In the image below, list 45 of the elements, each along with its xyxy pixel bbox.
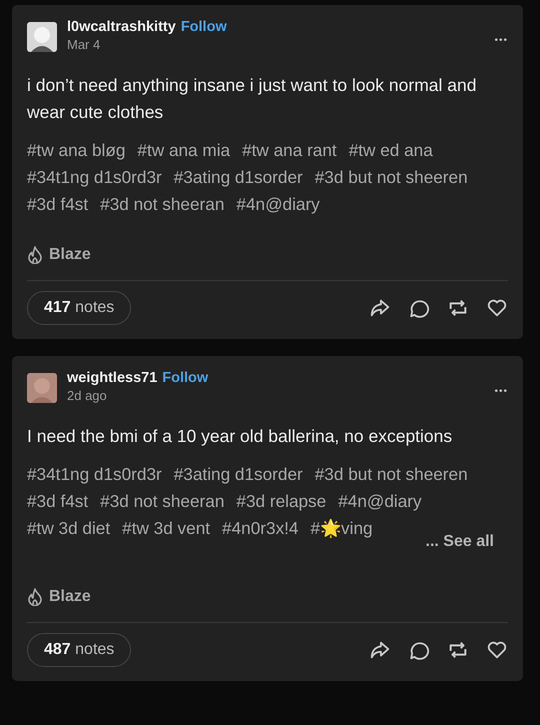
flame-icon xyxy=(27,246,43,264)
tag-link[interactable]: #tw 3d vent xyxy=(122,516,210,540)
avatar[interactable] xyxy=(27,22,57,52)
tag-link[interactable]: #3d but not sheeren xyxy=(314,462,468,486)
follow-link[interactable]: Follow xyxy=(180,19,227,35)
tag-link[interactable]: #4n0r3x!4 xyxy=(222,516,298,540)
tag-link[interactable]: #3ating d1sorder xyxy=(174,165,303,189)
tag-link[interactable]: #tw ana mia xyxy=(137,138,230,162)
post-text: I need the bmi of a 10 year old ballerina, no exceptions xyxy=(27,425,454,448)
username-link[interactable]: l0wcaltrashkitty xyxy=(67,19,176,35)
heart-icon[interactable] xyxy=(486,297,508,319)
tag-link[interactable]: #3d not sheeran xyxy=(100,192,224,216)
username-link[interactable]: weightless71 xyxy=(67,370,158,386)
heart-icon[interactable] xyxy=(486,639,508,661)
notes-button[interactable]: 487 notes xyxy=(27,633,132,667)
more-options-button[interactable]: ••• xyxy=(494,35,508,46)
tag-link[interactable]: #34t1ng d1s0rd3r xyxy=(27,165,162,189)
tag-link[interactable]: #tw ana bløg xyxy=(27,138,126,162)
share-icon[interactable] xyxy=(369,639,391,661)
tag-link[interactable]: #34t1ng d1s0rd3r xyxy=(27,462,162,486)
tag-link[interactable]: #3ating d1sorder xyxy=(174,462,303,486)
tag-link[interactable]: #tw ed ana xyxy=(348,138,433,162)
notes-button[interactable]: 417 notes xyxy=(27,291,132,325)
flame-icon xyxy=(27,588,43,606)
tag-link[interactable]: #3d relapse xyxy=(236,489,326,513)
reblog-icon[interactable] xyxy=(447,297,469,319)
post-text: i don’t need anything insane i just want to look normal and wear cute clothes xyxy=(27,74,478,124)
tag-link[interactable]: #tw ana rant xyxy=(242,138,337,162)
blaze-button[interactable]: Blaze xyxy=(27,246,91,264)
post-date: 2d ago xyxy=(67,388,108,403)
reblog-icon[interactable] xyxy=(447,639,469,661)
tag-link[interactable]: #4n@diary xyxy=(338,489,422,513)
more-options-button[interactable]: ••• xyxy=(494,386,508,397)
share-icon[interactable] xyxy=(369,297,391,319)
tag-link[interactable]: #3d f4st xyxy=(27,192,88,216)
tag-link[interactable]: #tw 3d diet xyxy=(27,516,110,540)
tag-link[interactable]: #4n@diary xyxy=(236,192,320,216)
see-all-button[interactable]: ... See all xyxy=(426,526,494,558)
post-date: Mar 4 xyxy=(67,37,102,52)
tag-link[interactable]: #3d f4st xyxy=(27,489,88,513)
tag-link[interactable]: #🌟ving xyxy=(310,516,373,540)
tag-link[interactable]: #3d but not sheeren xyxy=(314,165,468,189)
tag-link[interactable]: #3d not sheeran xyxy=(100,489,224,513)
follow-link[interactable]: Follow xyxy=(162,370,208,386)
blaze-button[interactable]: Blaze xyxy=(27,588,91,606)
